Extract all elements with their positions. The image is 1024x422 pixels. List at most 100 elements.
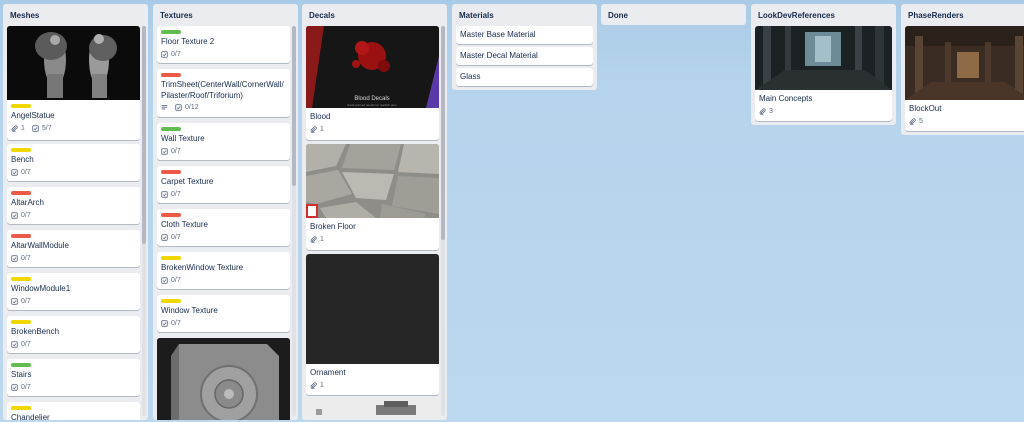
card-badges: 0/7 <box>161 51 181 58</box>
label-yellow <box>11 320 31 324</box>
label-yellow <box>161 256 181 260</box>
card-floor-texture-2[interactable]: Floor Texture 2 0/7 <box>157 26 290 63</box>
label-yellow <box>11 148 31 152</box>
card-cover-image <box>905 26 1024 100</box>
card-title: Carpet Texture <box>161 177 214 186</box>
list-title[interactable]: LookDevReferences <box>751 4 896 25</box>
card-cloth-texture[interactable]: Cloth Texture 0/7 <box>157 209 290 246</box>
checklist-count: 0/7 <box>171 51 181 58</box>
label-red <box>161 170 181 174</box>
attachment-count: 1 <box>320 126 324 133</box>
card-ornament-decal-cover[interactable] <box>306 399 439 420</box>
card-title: Ornament <box>310 368 346 377</box>
card-blood[interactable]: Blood Decals Hand-painted decals for rea… <box>306 26 439 140</box>
checklist-icon <box>32 125 39 132</box>
description-icon <box>161 104 168 111</box>
list-title[interactable]: Textures <box>153 4 298 25</box>
label-green <box>161 127 181 131</box>
card-cover-image <box>7 26 140 100</box>
card-title: Bench <box>11 155 34 164</box>
card-badges: 0/7 <box>11 169 31 176</box>
card-title: TrimSheet(CenterWall/CornerWall/Pilaster… <box>161 80 284 100</box>
card-ornament[interactable]: Ornament 1 <box>306 254 439 395</box>
list-title[interactable]: Meshes <box>3 4 148 25</box>
checklist-count: 5/7 <box>41 125 52 132</box>
card-title: AltarArch <box>11 198 44 207</box>
attachment-icon <box>310 382 317 389</box>
card-title: Glass <box>460 72 481 81</box>
card-wall-texture[interactable]: Wall Texture 0/7 <box>157 123 290 160</box>
card-angelstatue[interactable]: AngelStatue 1 5/7 <box>7 26 140 140</box>
scrollbar-thumb[interactable] <box>142 26 146 244</box>
label-green <box>161 30 181 34</box>
list-lookdevreferences: LookDevReferences Main Concepts 3 <box>751 4 896 125</box>
card-carpet-texture[interactable]: Carpet Texture 0/7 <box>157 166 290 203</box>
label-red <box>161 213 181 217</box>
card-container: Floor Texture 2 0/7 TrimSheet(CenterWall… <box>157 26 290 420</box>
attachment-count: 5 <box>919 118 923 125</box>
card-chandelier[interactable]: Chandelier <box>7 402 140 420</box>
card-bench[interactable]: Bench 0/7 <box>7 144 140 181</box>
list-title[interactable]: PhaseRenders <box>901 4 1024 25</box>
scrollbar-thumb[interactable] <box>292 26 296 186</box>
checklist-icon <box>161 234 168 241</box>
card-title: Blood <box>310 112 331 121</box>
card-badges: 0/7 <box>161 191 181 198</box>
card-badges: 1 <box>310 382 324 389</box>
card-brokenwindow-texture[interactable]: BrokenWindow Texture 0/7 <box>157 252 290 289</box>
card-title: AngelStatue <box>11 111 55 120</box>
card-title: BlockOut <box>909 104 942 113</box>
card-windowmodule1[interactable]: WindowModule1 0/7 <box>7 273 140 310</box>
card-badges: 0/7 <box>11 384 31 391</box>
label-red <box>11 234 31 238</box>
card-cover-image <box>306 254 439 364</box>
card-title: Floor Texture 2 <box>161 37 215 46</box>
card-cover-image <box>306 144 439 218</box>
card-container: Main Concepts 3 <box>755 26 892 125</box>
checklist-icon <box>11 169 18 176</box>
scrollbar[interactable] <box>292 26 296 416</box>
blood-decals-image: Blood Decals Hand-painted decals for rea… <box>306 26 439 108</box>
card-title: Master Base Material <box>460 30 536 39</box>
scrollbar[interactable] <box>142 26 146 416</box>
attachment-count: 3 <box>769 108 773 115</box>
checklist-icon <box>161 320 168 327</box>
card-altarwallmodule[interactable]: AltarWallModule 0/7 <box>7 230 140 267</box>
checklist-icon <box>11 384 18 391</box>
card-master-base-material[interactable]: Master Base Material <box>456 26 593 44</box>
scrollbar[interactable] <box>441 26 445 416</box>
card-altararch[interactable]: AltarArch 0/7 <box>7 187 140 224</box>
card-title: Main Concepts <box>759 94 813 103</box>
card-stairs[interactable]: Stairs 0/7 <box>7 359 140 396</box>
card-ornament-texture-cover[interactable] <box>157 338 290 420</box>
checklist-count: 0/7 <box>21 384 31 391</box>
list-title[interactable]: Materials <box>452 4 597 25</box>
list-title[interactable]: Decals <box>302 4 447 25</box>
card-container: AngelStatue 1 5/7 Bench 0/7 AltarArch 0/… <box>7 26 140 420</box>
checklist-icon <box>175 104 182 111</box>
card-title: Chandelier <box>11 413 50 420</box>
checklist-count: 0/7 <box>171 234 181 241</box>
card-glass[interactable]: Glass <box>456 68 593 86</box>
checklist-count: 0/7 <box>171 148 181 155</box>
card-trimsheet[interactable]: TrimSheet(CenterWall/CornerWall/Pilaster… <box>157 69 290 117</box>
cover-subtitle: Hand-painted decals for realistic gore <box>347 103 397 107</box>
list-textures: Textures Floor Texture 2 0/7 TrimSheet(C… <box>153 4 298 420</box>
card-title: WindowModule1 <box>11 284 71 293</box>
card-master-decal-material[interactable]: Master Decal Material <box>456 47 593 65</box>
statue-image <box>7 26 139 100</box>
card-badges: 0/7 <box>11 255 31 262</box>
card-badges: 0/7 <box>11 212 31 219</box>
card-blockout[interactable]: BlockOut 5 <box>905 26 1024 131</box>
card-title: Window Texture <box>161 306 218 315</box>
label-green <box>11 363 31 367</box>
scrollbar-thumb[interactable] <box>441 26 445 240</box>
card-brokenbench[interactable]: BrokenBench 0/7 <box>7 316 140 353</box>
checklist-icon <box>11 212 18 219</box>
label-red <box>11 191 31 195</box>
card-window-texture[interactable]: Window Texture 0/7 <box>157 295 290 332</box>
card-broken-floor[interactable]: Broken Floor 1 <box>306 144 439 250</box>
card-main-concepts[interactable]: Main Concepts 3 <box>755 26 892 121</box>
card-badges: 0/7 <box>161 148 181 155</box>
list-title[interactable]: Done <box>601 4 746 25</box>
